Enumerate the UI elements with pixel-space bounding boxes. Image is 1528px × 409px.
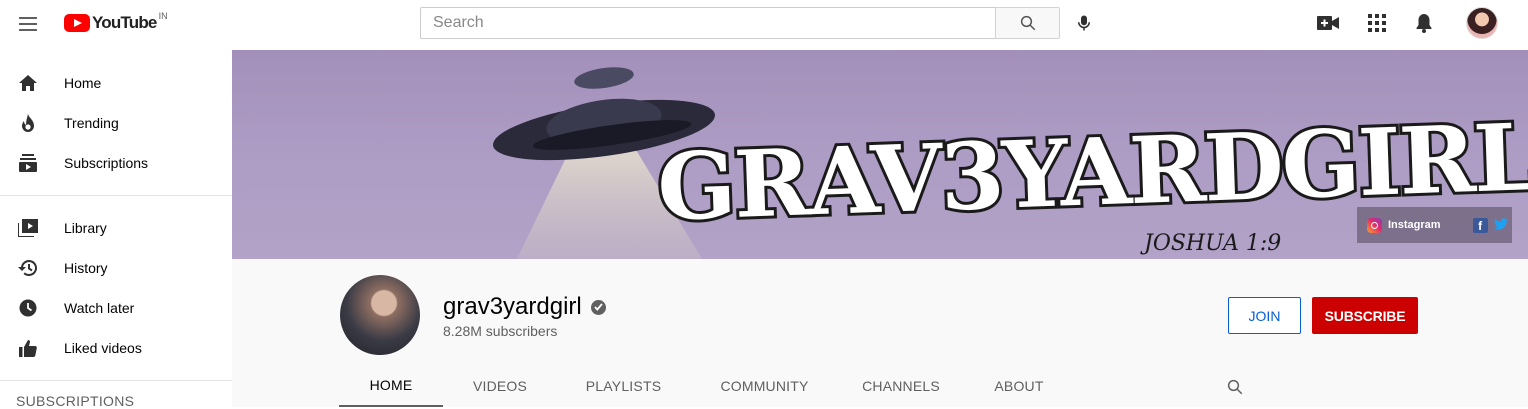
apps-grid-icon (1368, 14, 1386, 32)
create-video-button[interactable] (1315, 10, 1341, 36)
tab-about[interactable]: ABOUT (963, 365, 1075, 407)
logo-region: IN (158, 11, 168, 21)
logo-text: YouTube (92, 13, 157, 32)
library-icon (18, 218, 38, 238)
banner-verse: JOSHUA 1:9 (1140, 231, 1281, 256)
search-icon (1020, 15, 1035, 31)
youtube-logo[interactable]: YouTube IN (64, 11, 168, 33)
sidebar-item-label: Liked videos (64, 340, 142, 356)
hamburger-menu-icon[interactable] (14, 12, 42, 36)
sidebar: Home Trending Subscriptions Library Hist… (0, 50, 232, 409)
tab-videos[interactable]: VIDEOS (443, 365, 557, 407)
sidebar-item-label: History (64, 260, 108, 276)
tab-playlists[interactable]: PLAYLISTS (557, 365, 690, 407)
search-icon (1227, 379, 1243, 395)
channel-title-row: grav3yardgirl (443, 293, 606, 321)
sidebar-item-watch-later[interactable]: Watch later (0, 288, 232, 328)
sidebar-item-label: Subscriptions (64, 155, 149, 171)
video-camera-plus-icon (1317, 16, 1339, 30)
sidebar-item-subscriptions[interactable]: Subscriptions (0, 143, 232, 183)
subscribe-button[interactable]: SUBSCRIBE (1312, 297, 1418, 334)
tab-community[interactable]: COMMUNITY (690, 365, 839, 407)
history-icon (18, 258, 38, 278)
channel-tabs: HOME VIDEOS PLAYLISTS COMMUNITY CHANNELS… (339, 365, 1243, 407)
top-bar: YouTube IN (0, 0, 1528, 50)
sidebar-divider (0, 380, 232, 381)
thumbs-up-icon (18, 338, 38, 358)
sidebar-item-label: Library (64, 220, 107, 236)
instagram-icon[interactable] (1367, 217, 1382, 233)
home-icon (18, 73, 38, 93)
channel-banner: GRAV3YARDGIRL JOSHUA 1:9 Instagram f (232, 50, 1528, 259)
voice-search-button[interactable] (1070, 9, 1098, 37)
sidebar-item-history[interactable]: History (0, 248, 232, 288)
sidebar-item-home[interactable]: Home (0, 63, 232, 103)
sidebar-item-liked-videos[interactable]: Liked videos (0, 328, 232, 368)
channel-header: grav3yardgirl 8.28M subscribers JOIN SUB… (232, 259, 1528, 407)
search-input[interactable] (420, 7, 996, 39)
facebook-icon[interactable]: f (1472, 217, 1488, 233)
tab-channels[interactable]: CHANNELS (839, 365, 963, 407)
notifications-button[interactable] (1411, 10, 1437, 36)
bell-icon (1416, 14, 1432, 33)
social-links: Instagram f (1357, 207, 1512, 243)
apps-button[interactable] (1364, 10, 1390, 36)
sidebar-item-trending[interactable]: Trending (0, 103, 232, 143)
microphone-icon (1078, 15, 1090, 31)
join-button[interactable]: JOIN (1228, 297, 1301, 334)
channel-name: grav3yardgirl (443, 293, 582, 320)
channel-search-button[interactable] (1223, 375, 1247, 399)
subscriber-count: 8.28M subscribers (443, 323, 558, 339)
verified-check-icon (590, 299, 606, 315)
sidebar-item-label: Trending (64, 115, 119, 131)
sidebar-divider (0, 195, 232, 196)
twitter-icon[interactable] (1493, 217, 1508, 233)
sidebar-item-label: Watch later (64, 300, 135, 316)
instagram-link[interactable]: Instagram (1388, 219, 1441, 231)
user-avatar[interactable] (1466, 7, 1498, 39)
subscriptions-icon (18, 153, 38, 173)
sidebar-item-library[interactable]: Library (0, 208, 232, 248)
sidebar-item-label: Home (64, 75, 102, 91)
banner-artwork: GRAV3YARDGIRL JOSHUA 1:9 (232, 50, 1528, 259)
tab-home[interactable]: HOME (339, 365, 443, 407)
search-button[interactable] (995, 7, 1060, 39)
flame-icon (18, 113, 38, 133)
channel-avatar[interactable] (340, 275, 420, 355)
clock-icon (18, 298, 38, 318)
youtube-play-icon (64, 14, 90, 32)
